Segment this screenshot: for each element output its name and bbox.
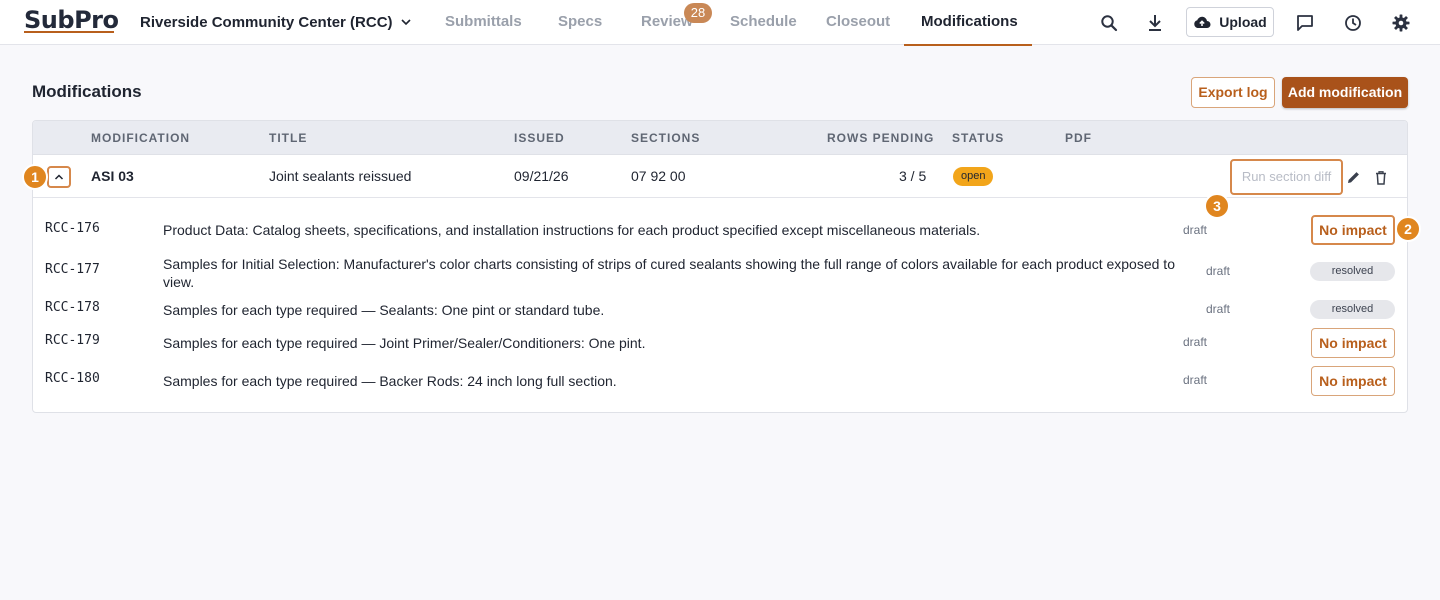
add-modification-button[interactable]: Add modification	[1282, 77, 1408, 108]
section-number: 07 92 00	[631, 168, 686, 184]
item-text: Samples for each type required — Sealant…	[163, 302, 605, 318]
no-impact-button[interactable]: No impact	[1311, 366, 1395, 396]
tab-review[interactable]: Review	[641, 0, 693, 45]
header-status[interactable]: STATUS	[952, 121, 1004, 155]
search-icon	[1101, 15, 1118, 32]
list-item: RCC-177 Samples for Initial Selection: M…	[33, 254, 1407, 292]
table-row[interactable]: ASI 03 Joint sealants reissued 09/21/26 …	[33, 155, 1407, 198]
item-state: draft	[1206, 264, 1231, 278]
header-modification[interactable]: MODIFICATION	[91, 121, 190, 155]
tab-modifications[interactable]: Modifications	[904, 0, 1032, 46]
modification-title: Joint sealants reissued	[269, 168, 412, 184]
export-log-button[interactable]: Export log	[1191, 77, 1275, 108]
cloud-upload-icon	[1194, 16, 1211, 28]
logo-pro-text: Pro	[74, 6, 119, 34]
subpro-logo[interactable]: SubPro	[24, 6, 119, 34]
tab-specs[interactable]: Specs	[558, 0, 602, 45]
upload-label: Upload	[1219, 14, 1267, 30]
item-code: RCC-177	[45, 262, 100, 277]
item-code: RCC-176	[45, 221, 100, 236]
modifications-table: MODIFICATION TITLE ISSUED SECTIONS ROWS …	[32, 120, 1408, 413]
no-impact-button[interactable]: No impact	[1311, 215, 1395, 245]
review-count-badge: 28	[684, 3, 712, 23]
trash-icon	[1376, 170, 1386, 185]
search-button[interactable]	[1097, 11, 1121, 35]
callout-marker-3: 3	[1204, 193, 1230, 219]
item-text: Samples for each type required — Backer …	[163, 373, 617, 389]
header-issued[interactable]: ISSUED	[514, 121, 565, 155]
callout-marker-2: 2	[1395, 216, 1421, 242]
item-state: draft	[1206, 302, 1231, 316]
history-button[interactable]	[1341, 11, 1365, 35]
run-section-diff-button[interactable]: Run section diff	[1230, 159, 1343, 195]
upload-button[interactable]: Upload	[1186, 7, 1274, 37]
history-icon	[1345, 15, 1361, 31]
list-item: RCC-180 Samples for each type required —…	[33, 365, 1407, 397]
item-text: Samples for Initial Selection: Manufactu…	[163, 256, 1175, 290]
modification-id: ASI 03	[91, 168, 134, 184]
tab-submittals[interactable]: Submittals	[445, 0, 522, 45]
status-badge: open	[953, 167, 994, 186]
collapse-row-button[interactable]	[47, 166, 71, 188]
project-name: Riverside Community Center (RCC)	[140, 13, 393, 31]
resolved-badge: resolved	[1310, 300, 1395, 319]
item-code: RCC-180	[45, 371, 100, 386]
logo-underline	[24, 31, 114, 33]
header-rows-pending[interactable]: ROWS PENDING	[827, 121, 934, 155]
item-text: Product Data: Catalog sheets, specificat…	[163, 222, 981, 238]
download-button[interactable]	[1143, 11, 1167, 35]
item-code: RCC-179	[45, 333, 100, 348]
edit-button[interactable]	[1344, 168, 1362, 186]
list-item: RCC-179 Samples for each type required —…	[33, 328, 1407, 360]
item-text: Samples for each type required — Joint P…	[163, 335, 646, 351]
page-title: Modifications	[32, 82, 142, 101]
no-impact-button[interactable]: No impact	[1311, 328, 1395, 358]
tab-schedule[interactable]: Schedule	[730, 0, 797, 45]
rows-pending: 3 / 5	[899, 168, 927, 184]
issued-date: 09/21/26	[514, 168, 569, 184]
pencil-icon	[1347, 171, 1359, 183]
header-pdf[interactable]: PDF	[1065, 121, 1092, 155]
chat-icon	[1297, 15, 1313, 31]
item-state: draft	[1183, 373, 1208, 387]
top-navigation-bar: SubPro Riverside Community Center (RCC) …	[0, 0, 1440, 46]
list-item: RCC-176 Product Data: Catalog sheets, sp…	[33, 215, 1407, 245]
table-header: MODIFICATION TITLE ISSUED SECTIONS ROWS …	[33, 121, 1407, 155]
settings-icon	[1392, 14, 1410, 32]
chevron-up-icon	[54, 174, 64, 180]
tab-closeout[interactable]: Closeout	[826, 0, 890, 45]
callout-marker-1: 1	[22, 164, 48, 190]
item-code: RCC-178	[45, 300, 100, 315]
delete-button[interactable]	[1372, 168, 1390, 186]
settings-button[interactable]	[1389, 11, 1413, 35]
download-icon	[1149, 15, 1161, 31]
chevron-down-icon	[400, 19, 411, 26]
resolved-badge: resolved	[1310, 262, 1395, 281]
list-item: RCC-178 Samples for each type required —…	[33, 298, 1407, 324]
item-state: draft	[1183, 223, 1208, 237]
item-state: draft	[1183, 335, 1208, 349]
comments-button[interactable]	[1293, 11, 1317, 35]
header-sections[interactable]: SECTIONS	[631, 121, 700, 155]
logo-sub-text: Sub	[24, 6, 75, 34]
project-selector[interactable]: Riverside Community Center (RCC)	[140, 12, 411, 32]
header-title[interactable]: TITLE	[269, 121, 307, 155]
